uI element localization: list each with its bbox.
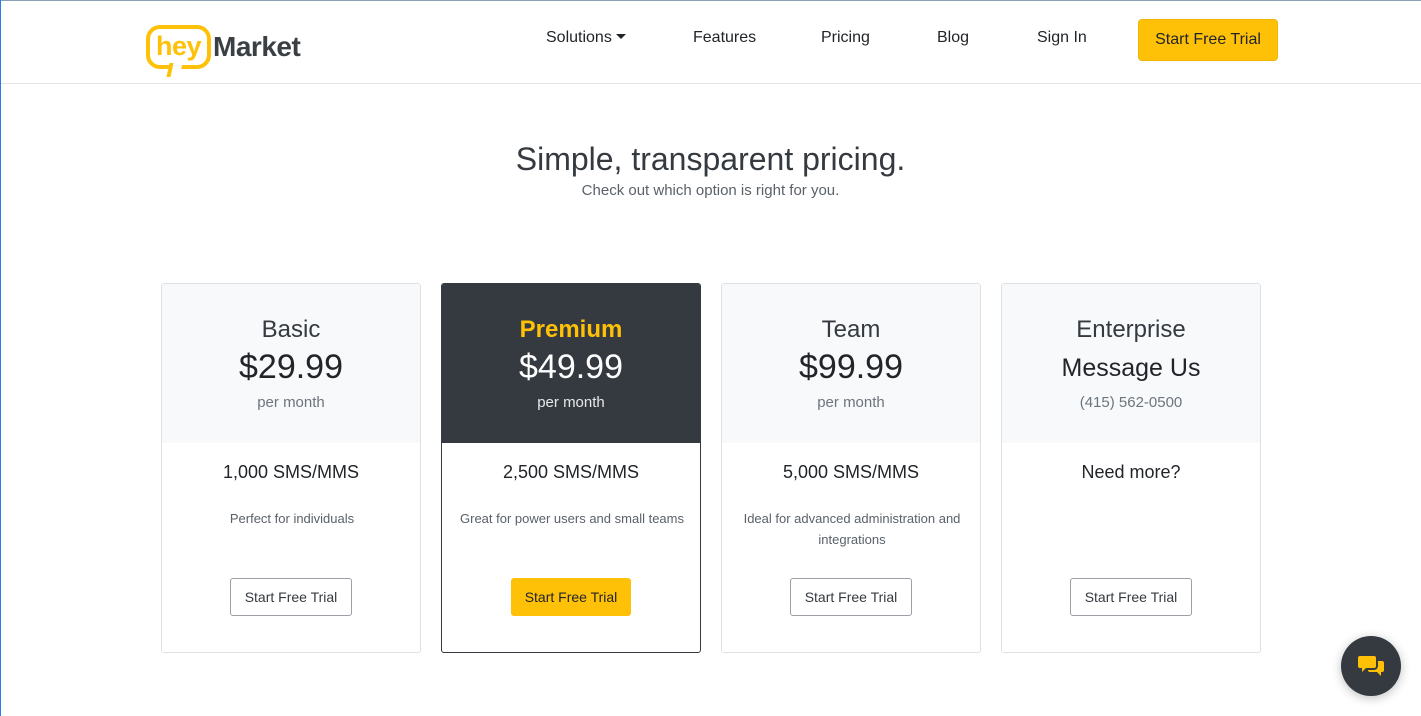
caret-down-icon [615, 34, 626, 39]
nav-sign-in-link[interactable]: Sign In [1037, 29, 1087, 47]
pricing-card-enterprise: Enterprise Message Us (415) 562-0500 Nee… [1001, 283, 1261, 653]
pricing-card-header: Team $99.99 per month [722, 284, 980, 443]
navbar: hey Market Solutions Features Pricing Bl… [1, 1, 1421, 84]
pricing-card-header: Premium $49.99 per month [442, 284, 700, 443]
basic-start-free-trial-button[interactable]: Start Free Trial [230, 578, 352, 616]
nav-features-link[interactable]: Features [693, 29, 756, 47]
page-title: Simple, transparent pricing. [515, 141, 906, 177]
plan-description: Perfect for individuals [229, 511, 355, 526]
pricing-card-team: Team $99.99 per month 5,000 SMS/MMS Idea… [721, 283, 981, 653]
plan-volume: 1,000 SMS/MMS [222, 462, 360, 482]
nav-blog-link[interactable]: Blog [937, 29, 969, 47]
chat-bubbles-icon [1358, 656, 1384, 676]
team-start-free-trial-button[interactable]: Start Free Trial [790, 578, 912, 616]
page-subtitle: Check out which option is right for you. [581, 182, 840, 199]
plan-volume: Need more? [1081, 462, 1181, 482]
nav-solutions-label: Solutions [546, 29, 612, 46]
pricing-card-basic: Basic $29.99 per month 1,000 SMS/MMS Per… [161, 283, 421, 653]
plan-description: Great for power users and small teams [460, 511, 684, 526]
start-free-trial-nav-button[interactable]: Start Free Trial [1138, 19, 1278, 61]
plan-period: per month [257, 394, 325, 411]
plan-price: $29.99 [239, 348, 343, 386]
premium-start-free-trial-button[interactable]: Start Free Trial [511, 578, 631, 616]
pricing-card-header: Basic $29.99 per month [162, 284, 420, 443]
plan-volume: 5,000 SMS/MMS [782, 462, 920, 482]
plan-volume: 2,500 SMS/MMS [502, 462, 640, 482]
chat-widget-button[interactable] [1341, 636, 1401, 696]
plan-name: Team [821, 316, 881, 343]
pricing-card-header: Enterprise Message Us (415) 562-0500 [1002, 284, 1260, 443]
plan-phone-number: (415) 562-0500 [1079, 394, 1183, 411]
plan-name: Premium [519, 316, 623, 343]
enterprise-start-free-trial-button[interactable]: Start Free Trial [1070, 578, 1192, 616]
plan-name: Basic [261, 316, 321, 343]
plan-period: per month [537, 394, 605, 411]
nav-pricing-link[interactable]: Pricing [821, 29, 870, 47]
plan-name: Enterprise [1076, 316, 1186, 343]
plan-period: per month [817, 394, 885, 411]
pricing-card-premium: Premium $49.99 per month 2,500 SMS/MMS G… [441, 283, 701, 653]
plan-contact-message: Message Us [1061, 354, 1201, 382]
plan-description: Ideal for advanced administration and in… [743, 511, 961, 547]
plan-price: $99.99 [799, 348, 903, 386]
nav-solutions-dropdown[interactable]: Solutions [546, 29, 626, 47]
plan-price: $49.99 [519, 348, 623, 386]
